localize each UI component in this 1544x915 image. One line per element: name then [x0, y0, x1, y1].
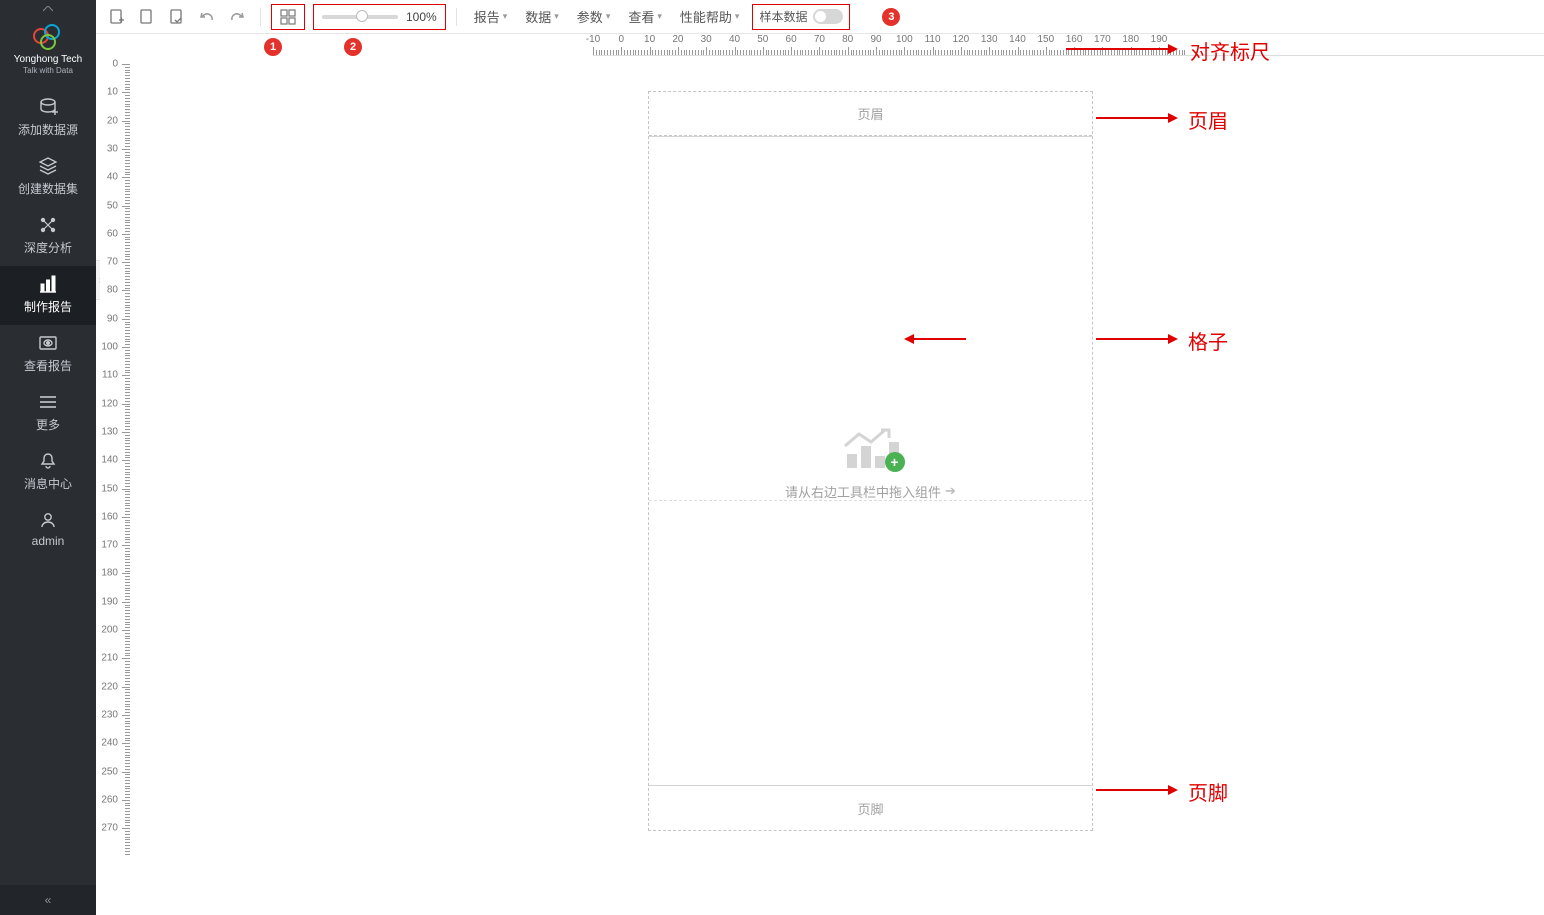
caret-down-icon: ▾	[503, 11, 508, 22]
menu-icon	[38, 392, 58, 412]
menu-label: 性能帮助	[680, 7, 732, 26]
nav-user[interactable]: admin	[0, 502, 96, 558]
highlight-box-3: 样本数据	[752, 4, 850, 30]
menu-params[interactable]: 参数 ▾	[570, 4, 618, 30]
annotation-arrow-ruler	[1066, 48, 1176, 50]
placeholder-chart-icon: +	[841, 422, 901, 472]
annotation-arrow-header	[1096, 117, 1176, 119]
annotation-label-body: 格子	[1188, 326, 1228, 355]
annotation-label-ruler: 对齐标尺	[1190, 36, 1270, 65]
user-icon	[38, 510, 58, 530]
nav-label: 创建数据集	[18, 180, 78, 197]
menu-report[interactable]: 报告 ▾	[467, 4, 515, 30]
grid-toggle-button[interactable]	[276, 9, 300, 25]
nav-deep-analysis[interactable]: 深度分析	[0, 207, 96, 266]
redo-button[interactable]	[224, 4, 250, 30]
page-header-region[interactable]: 页眉	[649, 92, 1092, 136]
toggle-knob	[815, 11, 826, 22]
zoom-slider-thumb[interactable]	[356, 10, 368, 22]
page-body-region[interactable]: + 请从右边工具栏中拖入组件 ➔	[649, 136, 1092, 786]
open-button[interactable]	[134, 4, 160, 30]
nav-more[interactable]: 更多	[0, 384, 96, 443]
caret-down-icon: ▾	[606, 11, 611, 22]
brand-name: Yonghong Tech	[14, 54, 82, 65]
sidebar-collapse[interactable]: «	[0, 885, 96, 915]
caret-down-icon: ▾	[735, 11, 740, 22]
highlight-box-1	[271, 4, 305, 30]
brand-tagline: Talk with Data	[23, 66, 73, 75]
menu-label: 报告	[474, 7, 500, 26]
menu-label: 数据	[525, 7, 551, 26]
menu-data[interactable]: 数据 ▾	[518, 4, 566, 30]
menu-label: 查看	[628, 7, 654, 26]
arrow-right-icon: ➔	[945, 483, 956, 499]
nav-label: 添加数据源	[18, 121, 78, 138]
chart-icon	[38, 274, 58, 294]
nav-label: 消息中心	[24, 475, 72, 492]
highlight-box-2: 100%	[313, 4, 446, 30]
save-button[interactable]	[164, 4, 190, 30]
nav-create-report[interactable]: 制作报告	[0, 266, 96, 325]
toolbar: 100% 报告 ▾ 数据 ▾ 参数 ▾ 查看 ▾ 性能帮助 ▾	[96, 0, 1544, 34]
nav-create-dataset[interactable]: 创建数据集	[0, 148, 96, 207]
page-footer-label: 页脚	[857, 799, 883, 818]
nav-label: 制作报告	[24, 298, 72, 315]
dataset-icon	[38, 156, 58, 176]
nav-label: 查看报告	[24, 357, 72, 374]
nav-label: 深度分析	[24, 239, 72, 256]
menu-view[interactable]: 查看 ▾	[621, 4, 669, 30]
annotation-label-footer: 页脚	[1188, 777, 1228, 806]
caret-down-icon: ▾	[554, 11, 559, 22]
main: 100% 报告 ▾ 数据 ▾ 参数 ▾ 查看 ▾ 性能帮助 ▾	[96, 0, 1544, 915]
page-header-label: 页眉	[857, 104, 883, 123]
nav-label: 更多	[36, 416, 60, 433]
page-footer-region[interactable]: 页脚	[649, 786, 1092, 830]
menu-label: 参数	[577, 7, 603, 26]
annotation-label-header: 页眉	[1188, 105, 1228, 134]
horizontal-ruler: -100102030405060708090100110120130140150…	[593, 34, 1544, 56]
menu-performance[interactable]: 性能帮助 ▾	[673, 4, 747, 30]
new-button[interactable]	[104, 4, 130, 30]
view-icon	[38, 333, 58, 353]
sample-data-label: 样本数据	[759, 8, 807, 25]
bell-icon	[38, 451, 58, 471]
collapse-icon: «	[45, 893, 52, 907]
sample-data-toggle[interactable]	[813, 9, 843, 24]
toolbar-separator	[456, 8, 457, 26]
toolbar-separator	[260, 8, 261, 26]
brand-logo: Yonghong Tech Talk with Data	[14, 18, 82, 89]
nav-label: admin	[32, 534, 65, 548]
nav-messages[interactable]: 消息中心	[0, 443, 96, 502]
workspace: -100102030405060708090100110120130140150…	[96, 34, 1544, 915]
vertical-ruler: 0102030405060708090100110120130140150160…	[100, 64, 130, 915]
nav-add-datasource[interactable]: 添加数据源	[0, 89, 96, 148]
sidebar: Yonghong Tech Talk with Data 添加数据源 创建数据集…	[0, 0, 96, 915]
callout-badge-3: 3	[882, 8, 900, 26]
undo-button[interactable]	[194, 4, 220, 30]
annotation-arrow-footer	[1096, 789, 1176, 791]
zoom-slider[interactable]	[322, 15, 398, 19]
nodes-icon	[38, 215, 58, 235]
placeholder-text-row: 请从右边工具栏中拖入组件 ➔	[785, 482, 956, 501]
zoom-value: 100%	[406, 10, 437, 24]
sidebar-scroll-up[interactable]	[0, 0, 96, 18]
annotation-arrow-body-left	[906, 338, 966, 340]
page-frame: 页眉 + 请从右边工具栏中拖入组件 ➔ 页脚	[648, 91, 1093, 831]
placeholder-text: 请从右边工具栏中拖入组件	[785, 482, 941, 501]
add-icon: +	[885, 452, 905, 472]
caret-down-icon: ▾	[657, 11, 662, 22]
datasource-icon	[38, 97, 58, 117]
nav-view-report[interactable]: 查看报告	[0, 325, 96, 384]
logo-icon	[33, 24, 63, 50]
annotation-arrow-body	[1096, 338, 1176, 340]
body-divider	[649, 500, 1092, 501]
